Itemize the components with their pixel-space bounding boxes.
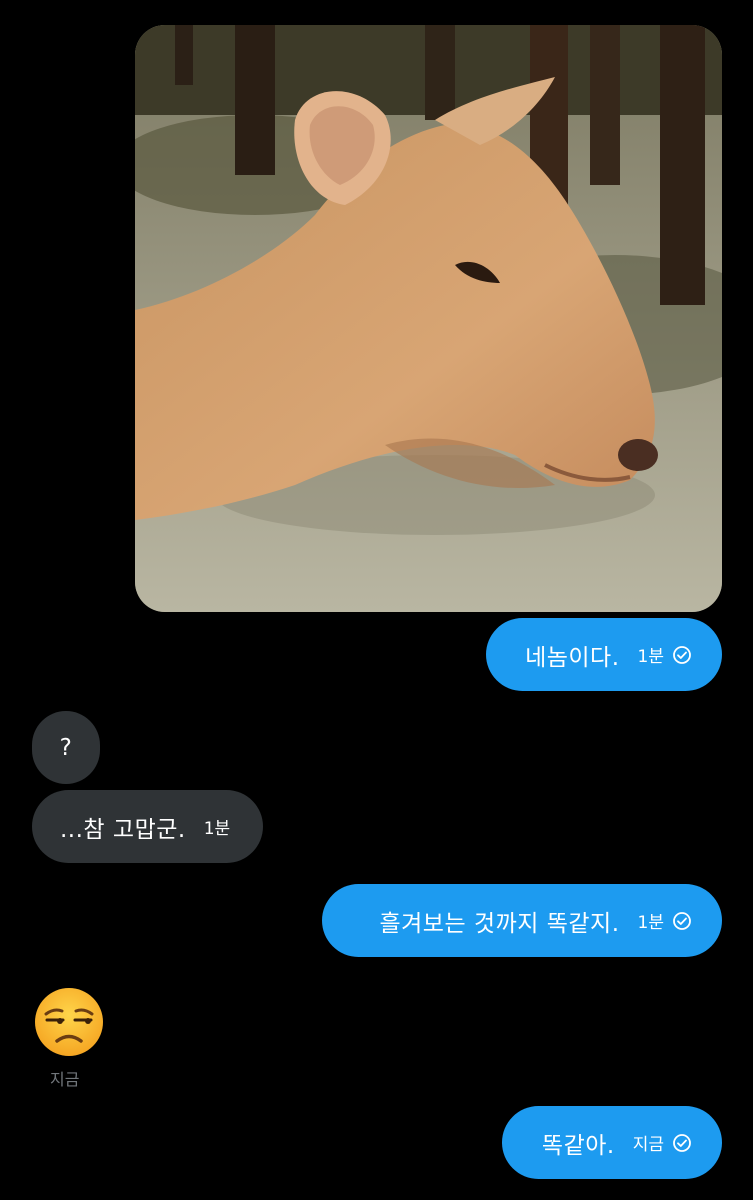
message-timestamp: 1분 [637,913,664,933]
message-text: ...참 고맙군. [60,816,186,843]
check-circle-icon [673,645,691,664]
message-text: 네놈이다. [525,644,620,671]
check-circle-icon [673,911,691,930]
message-bubble-incoming[interactable]: ? [32,711,100,784]
message-text: 흘겨보는 것까지 똑같지. [379,910,620,937]
message-bubble-incoming[interactable]: ...참 고맙군. 1분 [32,790,263,863]
message-bubble-outgoing[interactable]: 네놈이다. 1분 [486,618,722,691]
check-circle-icon [673,1133,691,1152]
deer-photo-image [135,25,722,612]
message-timestamp: 1분 [637,647,664,667]
message-text: ? [59,734,73,761]
message-bubble-outgoing[interactable]: 흘겨보는 것까지 똑같지. 1분 [322,884,722,957]
message-bubble-outgoing[interactable]: 똑같아. 지금 [502,1106,722,1179]
message-timestamp: 지금 [632,1135,664,1155]
message-timestamp: 지금 [50,1070,80,1089]
unamused-face-icon[interactable] [33,986,105,1058]
message-timestamp: 1분 [203,819,231,839]
message-photo-deer[interactable] [135,25,722,612]
message-text: 똑같아. [541,1132,615,1159]
